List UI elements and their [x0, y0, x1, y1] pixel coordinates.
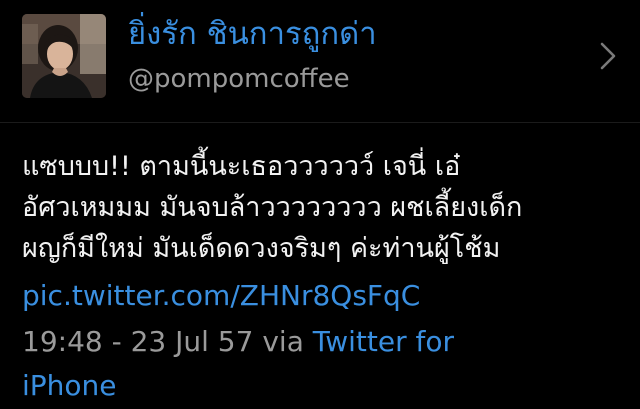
header-divider	[0, 122, 640, 123]
tweet-text-line: ผญก็มีใหม่ มันเด็ดดวงจริมๆ ค่ะท่านผู้โช้…	[22, 233, 501, 264]
tweet-timestamp: 19:48 - 23 Jul 57	[22, 325, 254, 358]
via-app-name-part[interactable]: iPhone	[22, 369, 117, 402]
via-app-name-part[interactable]: Twitter for	[313, 325, 454, 358]
tweet-media-link[interactable]: pic.twitter.com/ZHNr8QsFqC	[22, 276, 420, 316]
tweet-text-line: อัศวเหมมม มันจบล้าวววววววว ผชเลี้ยงเด็ก	[22, 192, 523, 223]
tweet-detail-screen: ยิ่งรัก ชินการถูกด่า @pompomcoffee แซบบบ…	[0, 0, 640, 409]
tweet-metadata: 19:48 - 23 Jul 57 via Twitter for iPhone	[22, 320, 622, 408]
profile-header[interactable]: ยิ่งรัก ชินการถูกด่า @pompomcoffee	[0, 0, 640, 122]
chevron-right-icon[interactable]	[596, 40, 620, 72]
username-handle[interactable]: @pompomcoffee	[128, 62, 350, 96]
avatar[interactable]	[22, 14, 106, 98]
user-photo-avatar-icon	[22, 14, 106, 98]
display-name[interactable]: ยิ่งรัก ชินการถูกด่า	[128, 14, 377, 54]
via-label: via	[262, 325, 304, 358]
tweet-text: แซบบบ!! ตามนี้นะเธอวววววว์ เจนี่ เอ๋ อัศ…	[22, 146, 622, 269]
tweet-text-line: แซบบบ!! ตามนี้นะเธอวววววว์ เจนี่ เอ๋	[22, 151, 461, 182]
